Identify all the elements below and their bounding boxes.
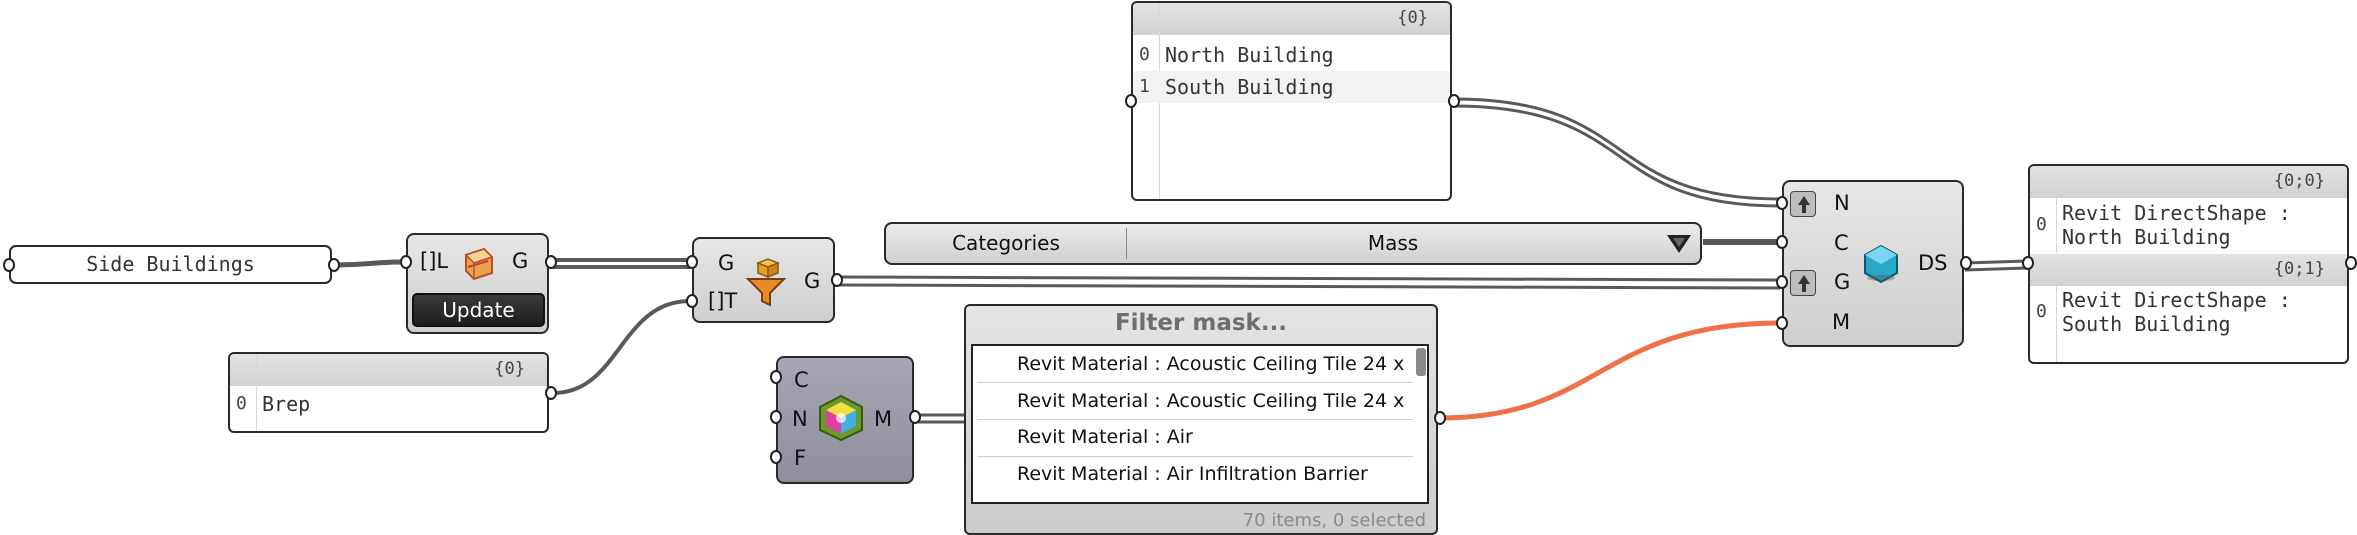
input-grip[interactable] [3,258,15,272]
update-button-label: Update [442,298,515,322]
ds-input-n-grip[interactable] [1776,196,1788,210]
list-item[interactable]: Revit Material : Air Infiltration Barrie… [1017,458,1368,490]
filter-input-t-label: []T [708,289,738,313]
wire-ds-to-output [1964,259,2028,265]
filter-mask-footer: 70 items, 0 selected [1242,510,1426,531]
list-item[interactable]: Revit Material : Acoustic Ceiling Tile 2… [1017,385,1404,417]
output-group-path: {0;1} [2030,254,2347,286]
row-value: North Building [1165,43,1334,67]
brep-output-grip[interactable] [545,386,557,400]
names-panel-row: 0 North Building [1133,39,1450,71]
row-index: 1 [1139,76,1150,97]
output-panel-input-grip[interactable] [2022,256,2034,270]
material-component[interactable]: C N F M [776,356,914,484]
wire-filter-to-ds [837,275,1781,282]
material-input-n-grip[interactable] [770,410,782,424]
categories-value: Mass [1367,231,1419,255]
brep-panel-row: 0 Brep [230,388,547,420]
names-input-grip[interactable] [1125,94,1137,108]
dropdown-divider [1126,228,1127,259]
filter-mask-title[interactable]: Filter mask... [966,308,1436,338]
dropdown-arrow-icon[interactable] [1666,233,1692,255]
names-output-grip[interactable] [1448,94,1460,108]
list-item[interactable]: Revit Material : Air [1017,421,1193,453]
filter-input-g-grip[interactable] [686,255,698,269]
names-panel-row: 1 South Building [1133,71,1450,103]
material-input-n-label: N [792,407,808,431]
ds-output-label: DS [1918,251,1948,275]
output-row-index: 0 [2036,214,2047,235]
material-output-label: M [874,407,893,431]
row-index: 0 [1139,44,1150,65]
scrollbar-thumb[interactable] [1416,348,1426,376]
output-grip[interactable] [328,258,340,272]
layer-cube-icon [458,243,498,283]
output-panel-output-grip[interactable] [2345,256,2357,270]
filter-mask-output-grip[interactable] [1434,411,1446,425]
list-item-divider [977,419,1413,420]
row-value: Brep [262,392,311,416]
filter-input-g-label: G [718,251,735,275]
categories-label: Categories [952,231,1060,255]
material-cube-icon [818,394,864,442]
material-input-c-grip[interactable] [770,370,782,384]
material-output-grip[interactable] [909,410,921,424]
filter-mask-items: Revit Material : Acoustic Ceiling Tile 2… [971,344,1429,504]
filter-output-label: G [804,269,821,293]
names-panel-path: {0} [1133,3,1450,35]
directshape-component[interactable]: N C G M DS [1782,180,1964,347]
layer-output-label: G [512,249,529,273]
names-panel[interactable]: {0} 0 North Building 1 South Building [1131,1,1452,201]
update-button[interactable]: Update [412,293,545,327]
wire-mask-to-ds [1439,320,1781,421]
ds-output-grip[interactable] [1960,256,1972,270]
material-input-f-label: F [794,446,807,470]
row-value: South Building [1165,75,1334,99]
categories-dropdown[interactable]: Categories Mass [884,222,1702,265]
panel-gutter [2056,286,2057,362]
list-item-divider [977,382,1413,383]
list-item[interactable]: Revit Material : Acoustic Ceiling Tile 2… [1017,348,1404,380]
ds-input-m-grip[interactable] [1776,316,1788,330]
output-row-index: 0 [2036,301,2047,322]
material-input-c-label: C [794,368,809,392]
layer-output-grip[interactable] [545,255,557,269]
wire-text-to-layer [332,259,406,268]
layer-input-grip[interactable] [400,255,412,269]
ds-input-m-label: M [1832,310,1851,334]
output-row-line2: North Building [2062,225,2231,249]
text-panel[interactable]: Side Buildings [9,245,332,284]
row-index: 0 [236,393,247,414]
ds-input-n-label: N [1834,191,1850,215]
output-panel[interactable]: {0;0} 0 Revit DirectShape : North Buildi… [2028,164,2349,364]
list-item-divider [977,456,1413,457]
material-input-f-grip[interactable] [770,450,782,464]
output-row-line1: Revit DirectShape : [2062,288,2291,312]
filter-component[interactable]: G []T G [692,237,835,323]
wire-brep-to-filter [552,299,691,395]
ds-input-g-label: G [1834,270,1851,294]
brep-panel[interactable]: {0} 0 Brep [228,352,549,433]
output-row-line2: South Building [2062,312,2231,336]
ds-input-c-grip[interactable] [1776,235,1788,249]
panel-gutter [2056,198,2057,253]
ds-input-g-grip[interactable] [1776,275,1788,289]
brep-panel-path: {0} [230,354,547,386]
filter-mask-list[interactable]: Filter mask... Revit Material : Acoustic… [964,304,1438,535]
upload-arrow-icon [1790,191,1816,217]
filter-input-t-grip[interactable] [686,294,698,308]
text-panel-value: Side Buildings [86,252,255,276]
output-group-path: {0;0} [2030,166,2347,198]
layer-input-label: []L [420,249,449,273]
output-row-line1: Revit DirectShape : [2062,201,2291,225]
layer-component[interactable]: []L G Update [406,233,549,334]
wire-names-to-ds [1452,97,1781,201]
funnel-filter-icon [744,257,788,307]
filter-output-grip[interactable] [831,273,843,287]
ds-input-c-label: C [1834,231,1849,255]
directshape-hexagon-icon [1862,244,1900,284]
upload-arrow-icon [1790,270,1816,296]
